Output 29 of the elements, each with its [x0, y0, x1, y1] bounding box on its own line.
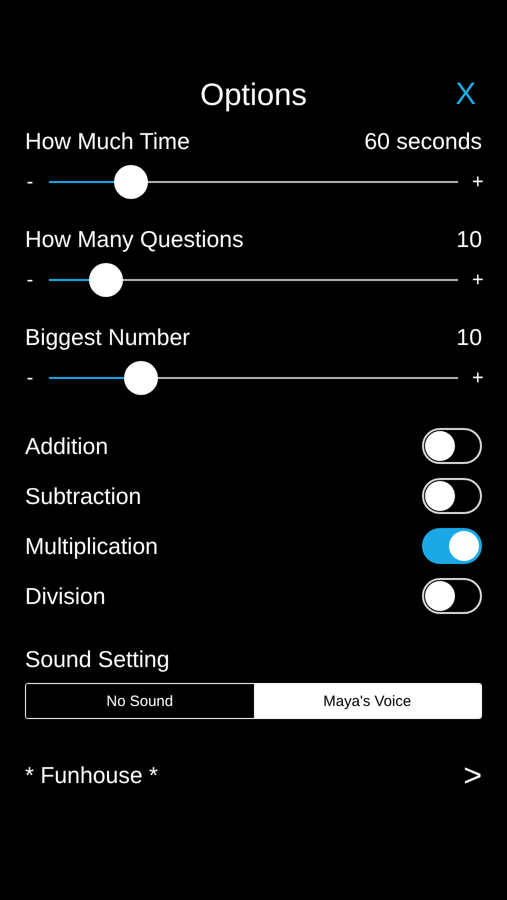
slider-label: Biggest Number	[25, 324, 190, 350]
section-label: Sound Setting	[25, 646, 171, 673]
toggle-label: Subtraction	[25, 482, 142, 510]
toggle-label: Multiplication	[25, 532, 158, 560]
segment-option[interactable]: Maya's Voice	[254, 684, 481, 718]
slider-thumb[interactable]	[124, 361, 158, 395]
slider-label: How Many Questions	[25, 226, 244, 252]
slider-thumb[interactable]	[114, 165, 148, 199]
toggle-switch[interactable]	[422, 428, 482, 464]
chevron-icon[interactable]: >	[463, 757, 482, 794]
toggle-switch[interactable]	[422, 578, 482, 614]
plus-label: +	[472, 366, 482, 390]
menu-link[interactable]: * Funhouse *	[25, 762, 158, 789]
slider-label: How Much Time	[25, 128, 190, 154]
slider-value: 10	[456, 226, 482, 252]
toggle-switch[interactable]	[422, 528, 482, 564]
plus-label: +	[472, 268, 482, 292]
plus-label: +	[472, 170, 482, 194]
slider-value: 10	[456, 324, 482, 350]
toggle-label: Addition	[25, 432, 108, 460]
minus-label: -	[26, 170, 34, 194]
slider-thumb[interactable]	[89, 263, 124, 297]
toggle-label: Division	[25, 582, 106, 610]
minus-label: -	[26, 366, 34, 390]
screen-title: Options	[200, 77, 307, 113]
toggle-switch[interactable]	[422, 478, 482, 514]
close-button[interactable]: X	[455, 76, 476, 112]
minus-label: -	[26, 268, 34, 292]
slider-value: 60 seconds	[364, 128, 482, 154]
